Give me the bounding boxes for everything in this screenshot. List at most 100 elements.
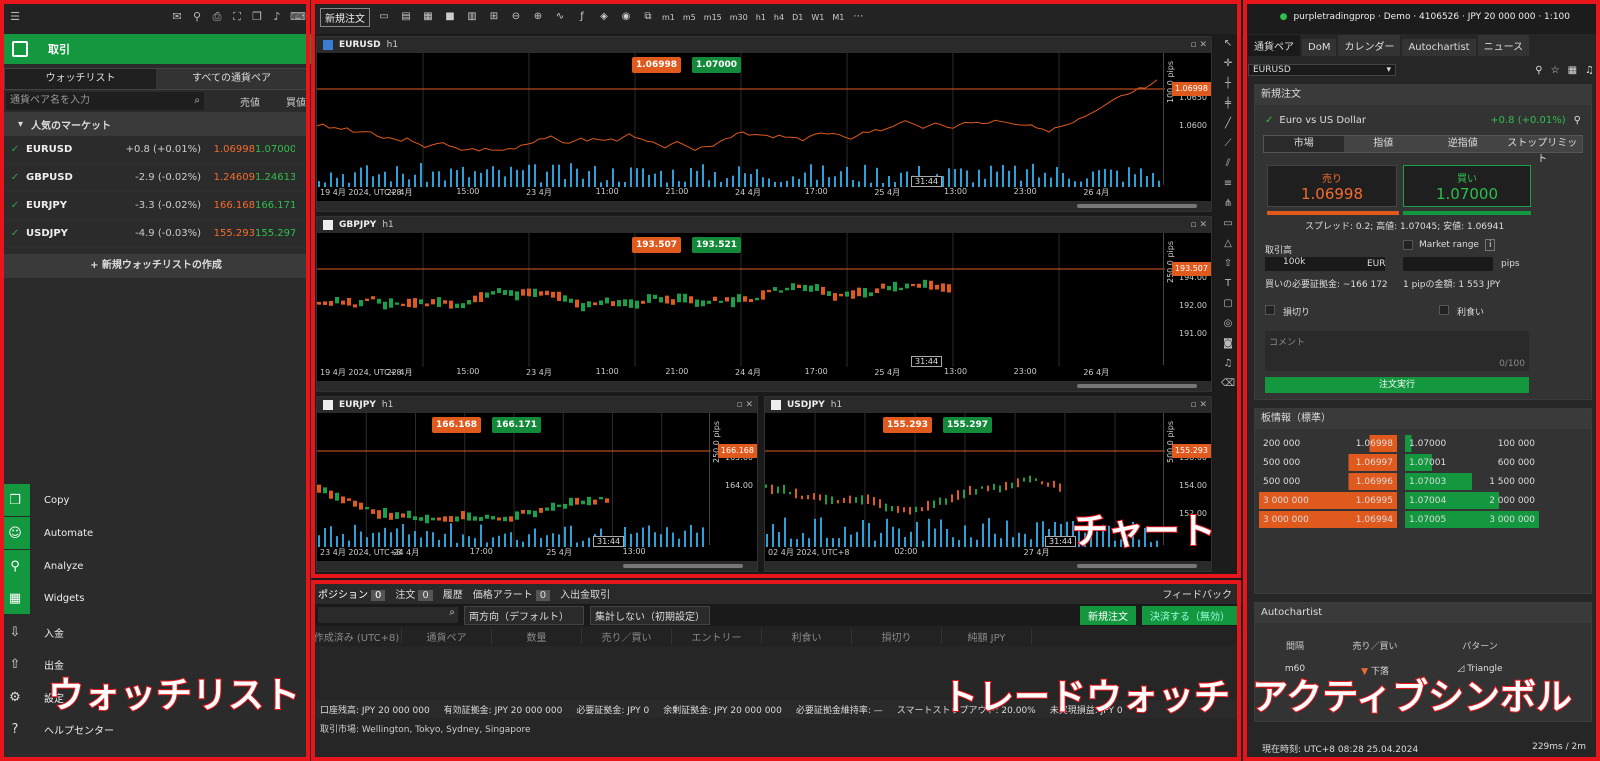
share-icon[interactable]: ⚲ [190, 10, 204, 24]
x-axis[interactable]: 19 4月 2024, UTC+8 22 4月 15:00 23 4月 11:00 21:… [317, 365, 1187, 379]
template-icon[interactable]: ⧉ [640, 10, 656, 24]
right-tab[interactable]: カレンダー [1338, 35, 1401, 56]
column-header[interactable]: 利食い [762, 628, 852, 644]
alert-icon[interactable]: ♫ [1214, 354, 1242, 374]
row-bid[interactable]: 1.24609 [201, 172, 255, 183]
window-icon[interactable]: ❐ [250, 10, 264, 24]
chart-symbol[interactable]: EURUSD [339, 40, 381, 50]
column-header[interactable]: 作成済み (UTC+8) [312, 628, 402, 644]
timeframe-m15[interactable]: m15 [704, 13, 722, 22]
tradewatch-new-order-button[interactable]: 新規注文 [1080, 605, 1136, 625]
add-chart-icon[interactable]: ⊞ [486, 10, 502, 24]
timeframe-D1[interactable]: D1 [792, 13, 803, 22]
timeframe-m30[interactable]: m30 [730, 13, 748, 22]
chart-timeframe[interactable]: h1 [831, 400, 842, 410]
single-layout-icon[interactable]: ■ [442, 10, 458, 24]
take-profit-checkbox[interactable] [1439, 305, 1449, 315]
layout-icon[interactable]: ▤ [398, 10, 414, 24]
triangle-icon[interactable]: △ [1214, 234, 1242, 254]
tradewatch-tab[interactable]: ポジション 0 [318, 586, 386, 601]
column-header[interactable]: 純額 JPY [942, 628, 1032, 644]
vline-icon[interactable]: ╪ [1214, 94, 1242, 114]
timeframe-m5[interactable]: m5 [683, 13, 696, 22]
tradewatch-tab[interactable]: 履歴 [443, 586, 463, 601]
row-ask[interactable]: 166.171 [255, 200, 295, 211]
chart-eurjpy[interactable]: EURJPYh1▫ ✕165.00164.00250.0 pips166.168… [316, 396, 758, 572]
camera-icon[interactable]: ◙ [1214, 334, 1242, 354]
row-ask[interactable]: 1.07000 [255, 144, 295, 155]
watchlist-row[interactable]: ✓ USDJPY -4.9 (-0.03%) 155.293 155.297 [4, 220, 308, 248]
row-bid[interactable]: 1.06998 [201, 144, 255, 155]
chart-sell-button[interactable]: 193.507 [632, 237, 681, 253]
row-bid[interactable]: 166.168 [201, 200, 255, 211]
order-type-tab[interactable]: 逆指値 [1423, 136, 1503, 152]
order-type-tab[interactable]: 指値 [1343, 136, 1423, 152]
layers-icon[interactable]: ◈ [596, 10, 612, 24]
symbol-select[interactable]: EURUSD ▾ [1248, 64, 1396, 76]
watchlist-row[interactable]: ✓ GBPUSD -2.9 (-0.02%) 1.24609 1.24613 [4, 164, 308, 192]
line-chart-icon[interactable]: ∿ [552, 10, 568, 24]
close-icon[interactable]: ▫ ✕ [736, 400, 753, 410]
x-axis[interactable]: 19 4月 2024, UTC+8 22 4月 15:00 23 4月 11:00 21:… [317, 185, 1187, 199]
close-icon[interactable]: ▫ ✕ [1190, 40, 1207, 50]
y-axis[interactable]: 194.00 192.00 191.00 250.0 pips [1163, 233, 1211, 365]
chart-scrollbar[interactable] [317, 561, 757, 571]
chart-buy-button[interactable]: 1.07000 [692, 57, 741, 73]
chart-buy-button[interactable]: 155.297 [943, 417, 992, 433]
column-header[interactable]: 通貨ペア [402, 628, 492, 644]
depth-ask-row[interactable]: 1.07005 3 000 000 [1405, 511, 1539, 528]
chart-sell-button[interactable]: 1.06998 [632, 57, 681, 73]
nav-widgets[interactable]: ▦ Widgets [0, 582, 312, 614]
timeframe-W1[interactable]: W1 [811, 13, 824, 22]
right-tab[interactable]: Autochartist [1402, 39, 1476, 56]
chart-timeframe[interactable]: h1 [382, 400, 393, 410]
scroll-thumb[interactable] [623, 564, 743, 568]
share-icon[interactable]: ⚲ [1574, 115, 1581, 126]
cursor-icon[interactable]: ↖ [1214, 34, 1242, 54]
depth-ask-row[interactable]: 1.07003 1 500 000 [1405, 473, 1539, 490]
crosshair-icon[interactable]: ✛ [1214, 54, 1242, 74]
right-tab[interactable]: ニュース [1477, 35, 1530, 56]
market-group-header[interactable]: ▾ 人気のマーケット [4, 112, 308, 136]
share-icon[interactable]: ⚲ [1535, 65, 1542, 76]
column-header[interactable]: 売り／買い [582, 628, 672, 644]
depth-ask-row[interactable]: 1.07001 600 000 [1405, 454, 1539, 471]
new-order-button[interactable]: 新規注文 [320, 7, 370, 27]
depth-bid-row[interactable]: 3 000 000 1.06995 [1259, 492, 1397, 509]
close-icon[interactable]: ▫ ✕ [1190, 400, 1207, 410]
chart-scrollbar[interactable] [765, 561, 1211, 571]
column-header[interactable]: 数量 [492, 628, 582, 644]
aggregate-select[interactable]: 集計しない（初期設定） [590, 605, 710, 625]
keyboard-icon[interactable]: ⌨ [290, 10, 306, 24]
watchlist-row[interactable]: ✓ EURJPY -3.3 (-0.02%) 166.168 166.171 [4, 192, 308, 220]
comment-field[interactable]: コメント 0/100 [1265, 331, 1529, 371]
depth-ask-row[interactable]: 1.07000 100 000 [1405, 435, 1539, 452]
grid-icon[interactable]: ▦ [420, 10, 436, 24]
direction-select[interactable]: 両方向（デフォルト） [464, 605, 584, 625]
fib-icon[interactable]: ≡ [1214, 174, 1242, 194]
chart-buy-button[interactable]: 193.521 [692, 237, 741, 253]
timeframe-m1[interactable]: m1 [662, 13, 675, 22]
nav-analyze[interactable]: ⚲ Analyze [0, 550, 312, 582]
sound-icon[interactable]: ♪ [270, 10, 284, 24]
column-header[interactable]: 損切り [852, 628, 942, 644]
timeframe-h1[interactable]: h1 [756, 13, 766, 22]
chart-canvas[interactable] [317, 233, 1165, 367]
ray-icon[interactable]: ⟋ [1214, 134, 1242, 154]
market-range-checkbox[interactable] [1403, 240, 1413, 250]
chart-buy-button[interactable]: 166.171 [492, 417, 541, 433]
chart-eurusd[interactable]: EURUSD h1 ▫ ✕ 1.0650 1.0600 100.0 pips 1.06998… [316, 36, 1212, 212]
chart-timeframe[interactable]: h1 [382, 220, 393, 230]
bell-icon[interactable]: ♫ [1585, 65, 1594, 76]
depth-bid-row[interactable]: 500 000 1.06997 [1259, 454, 1397, 471]
chart-scrollbar[interactable] [317, 201, 1211, 211]
lock-icon[interactable]: ◎ [1214, 314, 1242, 334]
nav-deposit[interactable]: ⇩ 入金 [0, 616, 312, 648]
zoom-in-icon[interactable]: ⊕ [530, 10, 546, 24]
star-icon[interactable]: ☆ [1551, 65, 1560, 76]
y-axis[interactable]: 1.0650 1.0600 100.0 pips [1163, 53, 1211, 185]
timeframe-h4[interactable]: h4 [774, 13, 784, 22]
menu-icon[interactable]: ☰ [8, 10, 22, 24]
nav-robot[interactable]: ☺ Automate [0, 517, 312, 549]
chart-gbpjpy[interactable]: GBPJPY h1 ▫ ✕ 194.00 192.00 191.00 250.0 pips 1… [316, 216, 1212, 392]
